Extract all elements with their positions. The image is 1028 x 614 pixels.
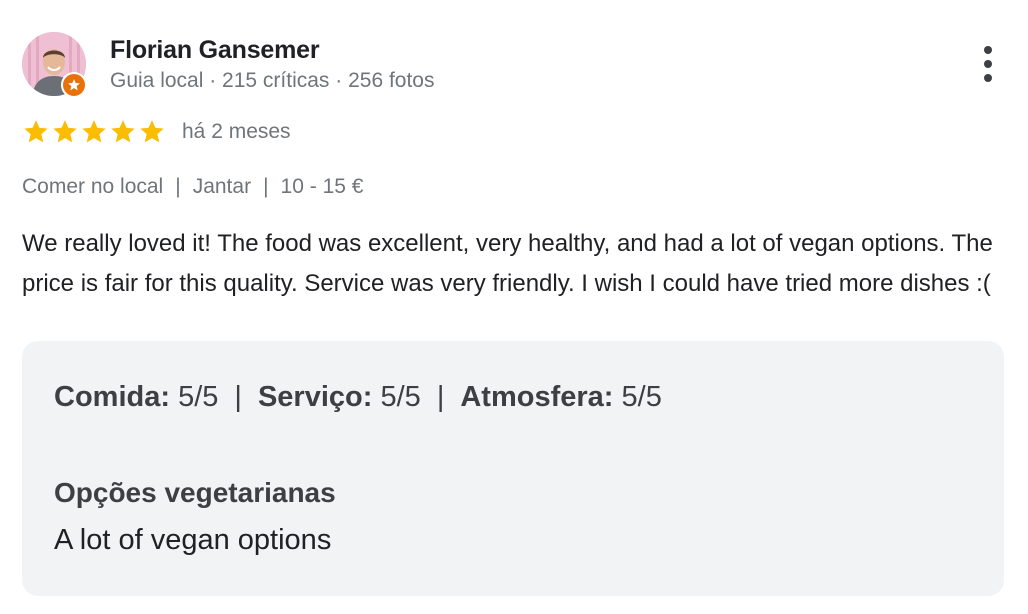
tag-separator: | xyxy=(175,175,181,198)
star-icon xyxy=(140,120,164,143)
score-label-food: Comida xyxy=(54,381,161,413)
score-value-food: 5/5 xyxy=(178,381,219,413)
more-vert-icon xyxy=(984,46,992,54)
review-header: Florian Gansemer Guia local · 215 crític… xyxy=(22,32,1006,98)
tag-service-type: Comer no local xyxy=(22,175,164,198)
score-value-service: 5/5 xyxy=(380,381,421,413)
attribute-value: A lot of vegan options xyxy=(54,524,332,556)
score-label-service: Serviço xyxy=(257,381,363,413)
score-label-atmosphere: Atmosfera xyxy=(460,381,604,413)
more-vert-icon-dot xyxy=(984,74,992,82)
review-text: We really loved it! The food was excelle… xyxy=(22,230,993,297)
more-vert-icon-dot xyxy=(984,60,992,68)
scores-row: Comida: 5/5 | Serviço: 5/5 | Atmosfera: … xyxy=(54,381,662,414)
review-attributes: Comida: 5/5 | Serviço: 5/5 | Atmosfera: … xyxy=(22,341,1004,596)
star-icon xyxy=(82,120,106,143)
review-tags: Comer no local | Jantar | 10 - 15 € xyxy=(22,175,363,199)
star-icon xyxy=(111,120,135,143)
review-card: Florian Gansemer Guia local · 215 crític… xyxy=(0,0,1028,614)
tag-separator: | xyxy=(263,175,269,198)
reviewer-meta: Guia local · 215 críticas · 256 fotos xyxy=(110,69,435,92)
score-colon: : xyxy=(603,381,614,413)
score-separator: | xyxy=(436,381,445,413)
star-icon xyxy=(53,120,77,143)
star-icon xyxy=(24,120,48,143)
local-guide-badge-icon xyxy=(61,72,87,98)
attribute-title: Opções vegetarianas xyxy=(54,477,336,508)
score-separator: | xyxy=(234,381,242,413)
rating-row: há 2 meses xyxy=(22,118,291,146)
score-value-atmosphere: 5/5 xyxy=(621,381,662,413)
tag-price-range: 10 - 15 € xyxy=(280,175,364,198)
score-colon: : xyxy=(362,381,373,413)
tag-meal-type: Jantar xyxy=(192,175,252,198)
score-colon: : xyxy=(160,381,171,413)
reviewer-name[interactable]: Florian Gansemer xyxy=(110,36,320,65)
star-rating xyxy=(22,118,166,146)
more-options-button[interactable] xyxy=(970,42,1006,86)
review-date: há 2 meses xyxy=(182,120,291,143)
